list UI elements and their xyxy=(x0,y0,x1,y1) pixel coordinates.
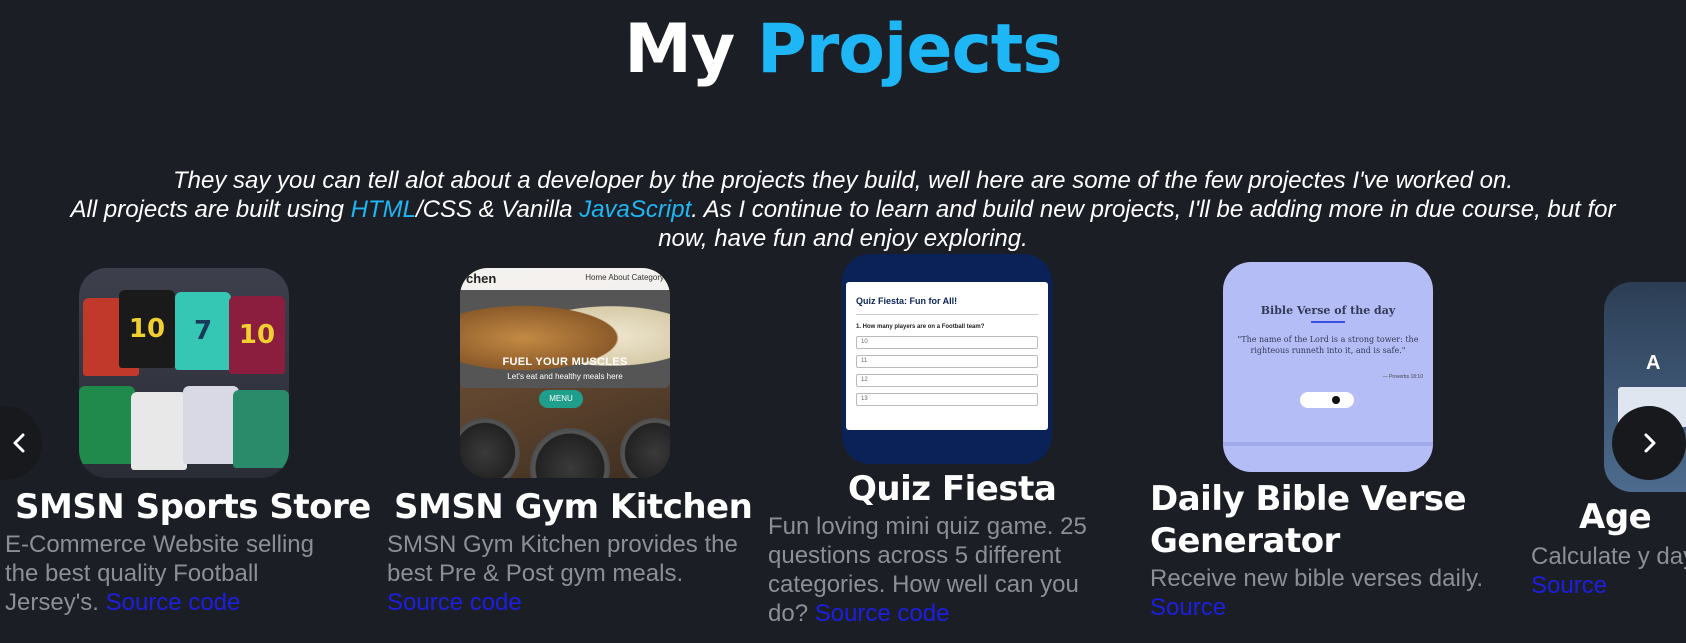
project-card-gym-kitchen[interactable]: chen Home About Category FUEL YOUR MUSCL… xyxy=(387,268,753,617)
source-code-link[interactable]: Source code xyxy=(815,600,950,627)
chevron-right-icon xyxy=(1644,433,1656,453)
jersey-shape: 10 xyxy=(119,290,175,368)
jersey-shape xyxy=(79,386,135,464)
intro-text-c: . As I continue to learn and build new p… xyxy=(691,196,1616,223)
project-card-quiz-fiesta[interactable]: Quiz Fiesta: Fun for All! 1. How many pl… xyxy=(768,254,1118,628)
quiz-option: 10 xyxy=(856,336,1038,349)
plate-shape xyxy=(620,418,670,478)
bible-thumb-ref: — Proverbs 18:10 xyxy=(1382,374,1423,380)
intro-text-b: /CSS & Vanilla xyxy=(416,196,580,223)
thumb-nav-links: Home About Category xyxy=(585,273,664,282)
description-text: Receive new bible verses daily. xyxy=(1150,565,1484,592)
quiz-option: 11 xyxy=(856,355,1038,368)
quiz-question: 1. How many players are on a Football te… xyxy=(856,324,985,330)
thumb-share-button xyxy=(1300,392,1354,408)
intro-text-a: All projects are built using xyxy=(70,196,351,223)
project-title: Age xyxy=(1579,497,1652,537)
quiz-option: 12 xyxy=(856,374,1038,387)
jersey-number: 7 xyxy=(193,316,213,346)
thumb-menu-button: MENU xyxy=(539,390,583,408)
thumb-hero-subtext: Let's eat and healthy meals here xyxy=(507,372,623,381)
project-title: Daily Bible Verse Generator xyxy=(1150,479,1467,561)
project-thumbnail[interactable]: Quiz Fiesta: Fun for All! 1. How many pl… xyxy=(842,254,1052,464)
project-description: Receive new bible verses daily. Source xyxy=(1150,564,1510,622)
page-title: My Projects xyxy=(0,10,1686,89)
thumb-band xyxy=(1223,442,1433,446)
project-thumbnail[interactable]: Bible Verse of the day "The name of the … xyxy=(1223,262,1433,472)
bible-thumb-title: Bible Verse of the day xyxy=(1260,304,1396,317)
jersey-number: 10 xyxy=(128,314,166,344)
title-projects: Projects xyxy=(756,10,1063,89)
intro-line-2: All projects are built using HTML/CSS & … xyxy=(0,195,1686,224)
carousel-next-button[interactable] xyxy=(1612,406,1686,480)
intro-line-3: now, have fun and enjoy exploring. xyxy=(658,225,1028,252)
source-code-link[interactable]: Source code xyxy=(387,589,522,616)
age-thumb-heading-fragment: A xyxy=(1646,352,1661,374)
javascript-highlight: JavaScript xyxy=(579,196,692,223)
html-highlight: HTML xyxy=(350,196,416,223)
plate-shape xyxy=(530,428,610,478)
project-description: Fun loving mini quiz game. 25 questions … xyxy=(768,512,1108,628)
chevron-left-icon xyxy=(13,433,25,453)
projects-carousel: 10 7 10 SMSN Sports Store E-Commerce Web… xyxy=(0,250,1686,643)
project-description: SMSN Gym Kitchen provides the best Pre &… xyxy=(387,530,747,617)
plate-shape xyxy=(460,418,520,478)
x-logo-icon xyxy=(1332,396,1340,404)
jersey-shape xyxy=(131,392,187,470)
thumb-navbar: chen Home About Category xyxy=(460,268,670,290)
project-description: E-Commerce Website selling the best qual… xyxy=(5,530,345,617)
source-code-link[interactable]: Source xyxy=(1531,572,1607,599)
thumb-brand: chen xyxy=(466,271,497,286)
intro-text: They say you can tell alot about a devel… xyxy=(0,166,1686,253)
jersey-shape: 10 xyxy=(229,296,285,374)
quiz-title: Quiz Fiesta: Fun for All! xyxy=(856,296,958,306)
source-code-link[interactable]: Source code xyxy=(106,589,241,616)
jersey-shape: 7 xyxy=(175,292,231,370)
title-my: My xyxy=(624,10,735,89)
project-thumbnail[interactable]: 10 7 10 xyxy=(79,268,289,478)
quiz-panel: Quiz Fiesta: Fun for All! 1. How many pl… xyxy=(846,282,1048,430)
divider xyxy=(856,314,1038,315)
project-description: Calculate y day. Source xyxy=(1531,542,1686,600)
jersey-shape xyxy=(183,386,239,464)
jersey-number: 10 xyxy=(238,320,276,350)
description-text: SMSN Gym Kitchen provides the best Pre &… xyxy=(387,531,738,587)
project-title: SMSN Sports Store xyxy=(15,487,371,527)
quiz-option: 13 xyxy=(856,393,1038,406)
title-underline xyxy=(1311,321,1345,323)
intro-line-1: They say you can tell alot about a devel… xyxy=(173,167,1513,194)
project-title: SMSN Gym Kitchen xyxy=(394,487,753,527)
description-text: Calculate y day. xyxy=(1531,543,1686,570)
project-title: Quiz Fiesta xyxy=(848,469,1057,509)
project-card-sports-store[interactable]: 10 7 10 SMSN Sports Store E-Commerce Web… xyxy=(5,268,371,617)
jersey-shape xyxy=(233,390,289,468)
project-card-bible-verse[interactable]: Bible Verse of the day "The name of the … xyxy=(1150,262,1510,622)
thumb-hero-heading: FUEL YOUR MUSCLES xyxy=(502,356,628,368)
source-code-link[interactable]: Source xyxy=(1150,594,1226,621)
bible-thumb-verse: "The name of the Lord is a strong tower:… xyxy=(1237,335,1419,355)
project-thumbnail[interactable]: chen Home About Category FUEL YOUR MUSCL… xyxy=(460,268,670,478)
